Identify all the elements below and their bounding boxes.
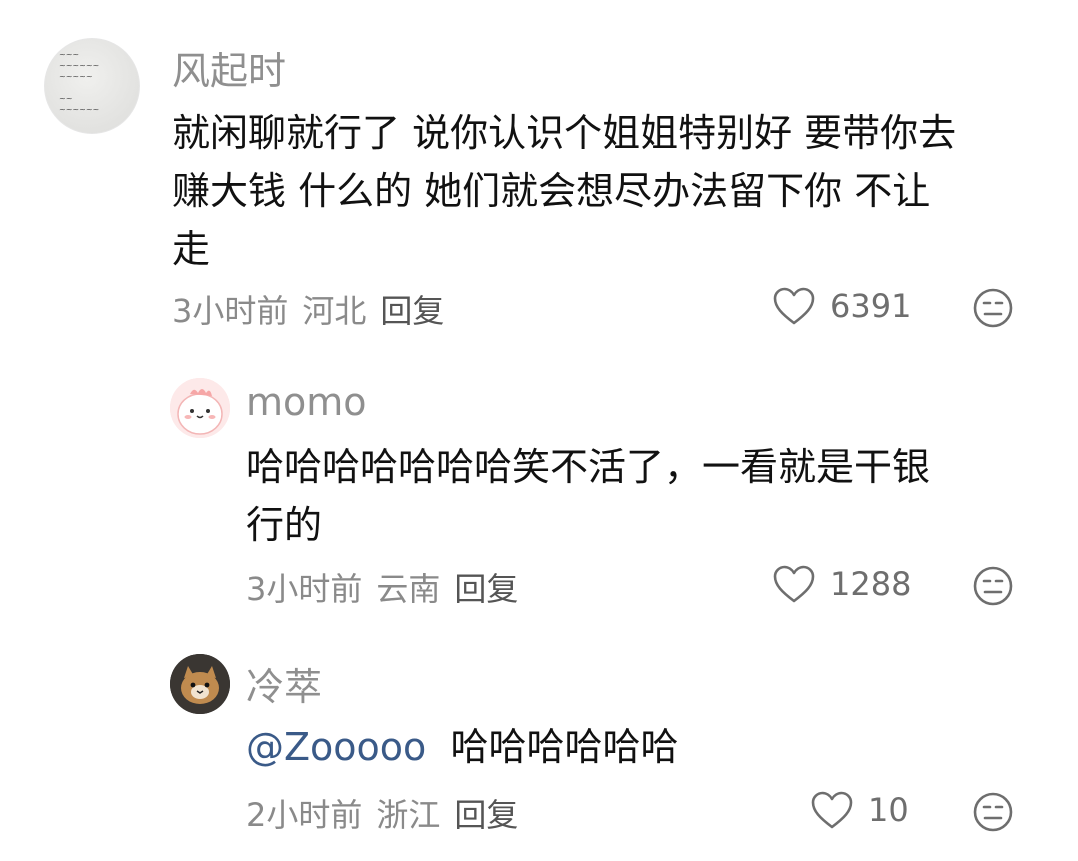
comment-location: 云南 [376, 570, 441, 608]
meh-face-icon [973, 288, 1013, 328]
comment-location: 浙江 [376, 796, 441, 834]
mention-link[interactable]: @Zooooo [246, 725, 426, 769]
cat-photo-avatar-icon [170, 654, 230, 714]
user-avatar[interactable] [170, 654, 230, 714]
like-button[interactable]: 6391 [772, 286, 911, 326]
reply-button[interactable]: 回复 [454, 796, 518, 834]
like-button[interactable]: 10 [810, 790, 909, 830]
comment-username[interactable]: momo [246, 380, 367, 424]
comment-meta: 2小时前 浙江 回复 [246, 790, 532, 836]
like-count: 1288 [830, 565, 912, 603]
reply-button[interactable]: 回复 [380, 292, 444, 330]
comment-time: 3小时前 [246, 570, 363, 608]
comment-meta: 3小时前 云南 回复 [246, 564, 532, 610]
comment-time: 2小时前 [246, 796, 363, 834]
comment-username[interactable]: 冷萃 [246, 656, 322, 711]
comment-meta: 3小时前 河北 回复 [172, 286, 458, 332]
comment-text: 就闲聊就行了 说你认识个姐姐特别好 要带你去 赚大钱 什么的 她们就会想尽办法留… [172, 111, 957, 271]
dislike-button[interactable] [972, 791, 1014, 837]
heart-outline-icon [811, 791, 853, 829]
comment-location: 河北 [302, 292, 367, 330]
dislike-button[interactable] [972, 565, 1014, 611]
like-button[interactable]: 1288 [772, 564, 911, 604]
like-count: 10 [868, 791, 909, 829]
comment-text: 哈哈哈哈哈哈哈笑不活了，一看就是干银 行的 [246, 445, 931, 547]
comment-text: @Zooooo 哈哈哈哈哈哈 [246, 725, 679, 769]
dislike-button[interactable] [972, 287, 1014, 333]
like-count: 6391 [830, 287, 912, 325]
meh-face-icon [973, 792, 1013, 832]
user-avatar[interactable]: ~~~ ~~~~~~ ~~~~~ ~~ ~~~~~~ [44, 38, 140, 134]
comment-username[interactable]: 风起时 [172, 40, 286, 95]
pink-dino-avatar-icon [170, 378, 230, 438]
heart-outline-icon [773, 287, 815, 325]
reply-button[interactable]: 回复 [454, 570, 518, 608]
meh-face-icon [973, 566, 1013, 606]
heart-outline-icon [773, 565, 815, 603]
user-avatar[interactable] [170, 378, 230, 438]
comment-time: 3小时前 [172, 292, 289, 330]
